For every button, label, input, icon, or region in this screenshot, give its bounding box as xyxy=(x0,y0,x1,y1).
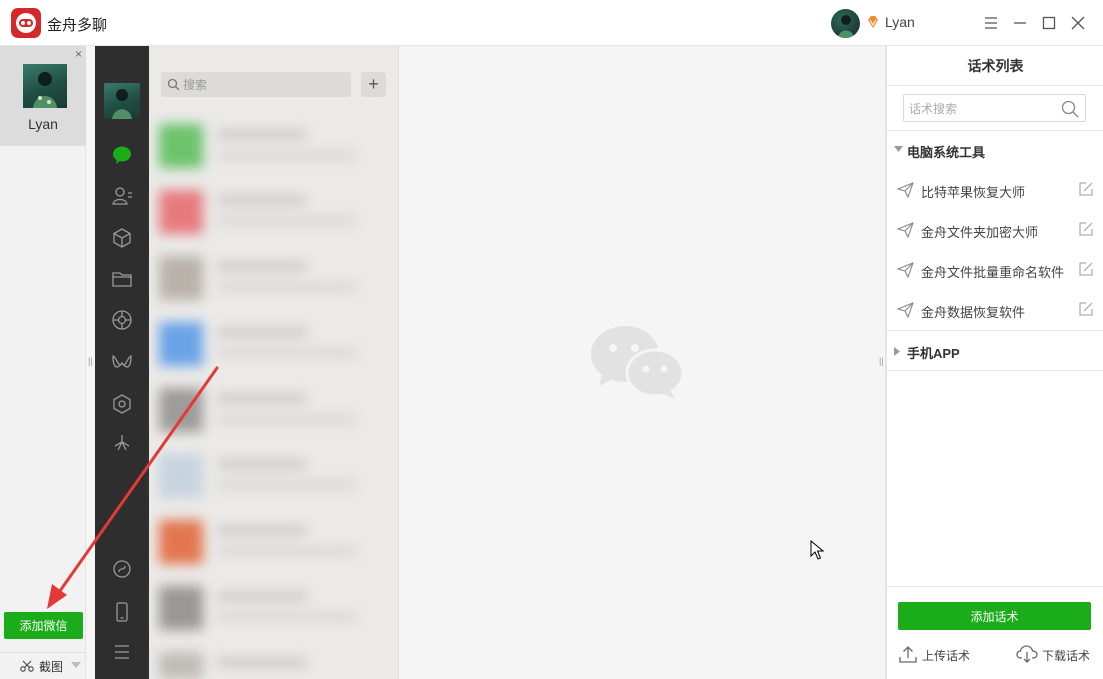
script-panel: 话术列表 电脑系统工具 比特苹果恢复大师 金舟文件夹加密大师 金舟文件批量重命名… xyxy=(886,46,1103,679)
mini-program-icon[interactable] xyxy=(110,392,134,416)
script-group-mobile-app[interactable]: 手机APP xyxy=(887,339,1103,363)
screenshot-label: 截图 xyxy=(39,660,64,674)
wechat-logo-icon xyxy=(591,326,685,399)
phone-icon[interactable] xyxy=(110,600,134,624)
send-icon xyxy=(897,262,914,278)
send-icon xyxy=(897,222,914,238)
add-wechat-button[interactable]: 添加微信 xyxy=(4,612,83,639)
list-item[interactable] xyxy=(157,576,395,642)
cloud-download-icon xyxy=(1016,645,1038,663)
account-avatar xyxy=(23,64,67,108)
script-panel-footer: 添加话术 上传话术 下载话术 xyxy=(887,586,1103,679)
chat-area xyxy=(399,46,877,679)
divider xyxy=(887,330,1103,331)
scissors-icon xyxy=(20,660,34,672)
add-script-button[interactable]: 添加话术 xyxy=(898,602,1091,630)
chat-search-box[interactable] xyxy=(161,72,351,97)
edit-icon[interactable] xyxy=(1079,302,1093,316)
wechat-avatar[interactable] xyxy=(104,83,140,119)
upload-script-label: 上传话术 xyxy=(922,649,971,663)
right-splitter[interactable]: || xyxy=(877,46,886,679)
script-search-input[interactable] xyxy=(909,99,1054,118)
top-username[interactable]: Lyan xyxy=(885,14,915,30)
list-item[interactable] xyxy=(157,114,395,180)
search-icon xyxy=(167,78,180,91)
divider xyxy=(887,370,1103,371)
send-icon xyxy=(897,182,914,198)
edit-icon[interactable] xyxy=(1079,262,1093,276)
app-logo-icon xyxy=(11,8,41,38)
chevron-down-icon[interactable] xyxy=(70,661,82,669)
script-item[interactable]: 金舟文件夹加密大师 xyxy=(887,212,1103,248)
upload-script-button[interactable]: 上传话术 xyxy=(898,643,988,667)
add-chat-button[interactable]: + xyxy=(361,72,386,97)
vip-diamond-icon xyxy=(868,16,878,28)
download-script-button[interactable]: 下载话术 xyxy=(1016,643,1103,667)
list-item[interactable] xyxy=(157,444,395,510)
list-item[interactable] xyxy=(157,180,395,246)
divider xyxy=(887,130,1103,131)
close-icon[interactable] xyxy=(1067,12,1089,34)
script-item-label: 金舟文件批量重命名软件 xyxy=(921,265,1065,280)
script-item[interactable]: 金舟数据恢复软件 xyxy=(887,292,1103,328)
search-feature-icon[interactable] xyxy=(110,431,134,455)
download-script-label: 下载话术 xyxy=(1042,649,1091,663)
left-splitter[interactable]: || xyxy=(86,46,95,679)
edit-icon[interactable] xyxy=(1079,222,1093,236)
search-icon[interactable] xyxy=(1061,100,1079,118)
menu-icon[interactable] xyxy=(980,12,1002,34)
blurred-chat-items xyxy=(157,114,395,679)
user-avatar[interactable] xyxy=(831,9,860,38)
mouse-cursor-icon xyxy=(810,540,824,560)
chat-list-panel: + xyxy=(149,46,399,679)
script-item-label: 比特苹果恢复大师 xyxy=(921,185,1026,200)
list-item[interactable] xyxy=(157,246,395,312)
edit-icon[interactable] xyxy=(1079,182,1093,196)
list-item[interactable] xyxy=(157,642,395,679)
chevron-right-icon xyxy=(894,347,900,356)
list-item[interactable] xyxy=(157,378,395,444)
screenshot-button[interactable]: 截图 xyxy=(0,652,86,676)
channels-icon[interactable] xyxy=(110,351,134,375)
script-group-name: 电脑系统工具 xyxy=(907,145,986,160)
account-name: Lyan xyxy=(28,116,58,132)
account-column: × Lyan 添加微信 截图 xyxy=(0,46,86,679)
maximize-icon[interactable] xyxy=(1038,12,1060,34)
script-group-name: 手机APP xyxy=(907,346,960,361)
wechat-nav-bar xyxy=(95,46,149,679)
moments-icon[interactable] xyxy=(110,308,134,332)
mini-program-link-icon[interactable] xyxy=(110,557,134,581)
upload-icon xyxy=(899,646,917,663)
chevron-down-icon xyxy=(894,146,903,152)
script-search-box[interactable] xyxy=(903,94,1086,122)
account-close-button[interactable]: × xyxy=(75,47,82,61)
splitter-grip-icon: || xyxy=(88,356,93,366)
contacts-icon[interactable] xyxy=(110,184,134,208)
account-card[interactable]: × Lyan xyxy=(0,46,86,146)
script-group-computer-tools[interactable]: 电脑系统工具 xyxy=(887,138,1103,162)
favorites-cube-icon[interactable] xyxy=(110,226,134,250)
folder-icon[interactable] xyxy=(110,267,134,291)
script-item-label: 金舟数据恢复软件 xyxy=(921,305,1026,320)
script-panel-title: 话术列表 xyxy=(887,46,1103,86)
script-item[interactable]: 金舟文件批量重命名软件 xyxy=(887,252,1103,288)
script-item-label: 金舟文件夹加密大师 xyxy=(921,225,1039,240)
script-item[interactable]: 比特苹果恢复大师 xyxy=(887,172,1103,208)
splitter-grip-icon: || xyxy=(879,356,884,366)
chat-search-input[interactable] xyxy=(183,75,343,94)
list-item[interactable] xyxy=(157,312,395,378)
more-menu-icon[interactable] xyxy=(110,640,134,664)
title-bar: 金舟多聊 Lyan xyxy=(0,0,1103,46)
list-item[interactable] xyxy=(157,510,395,576)
chat-icon[interactable] xyxy=(110,143,134,167)
minimize-icon[interactable] xyxy=(1009,12,1031,34)
app-title: 金舟多聊 xyxy=(47,17,108,34)
send-icon xyxy=(897,302,914,318)
